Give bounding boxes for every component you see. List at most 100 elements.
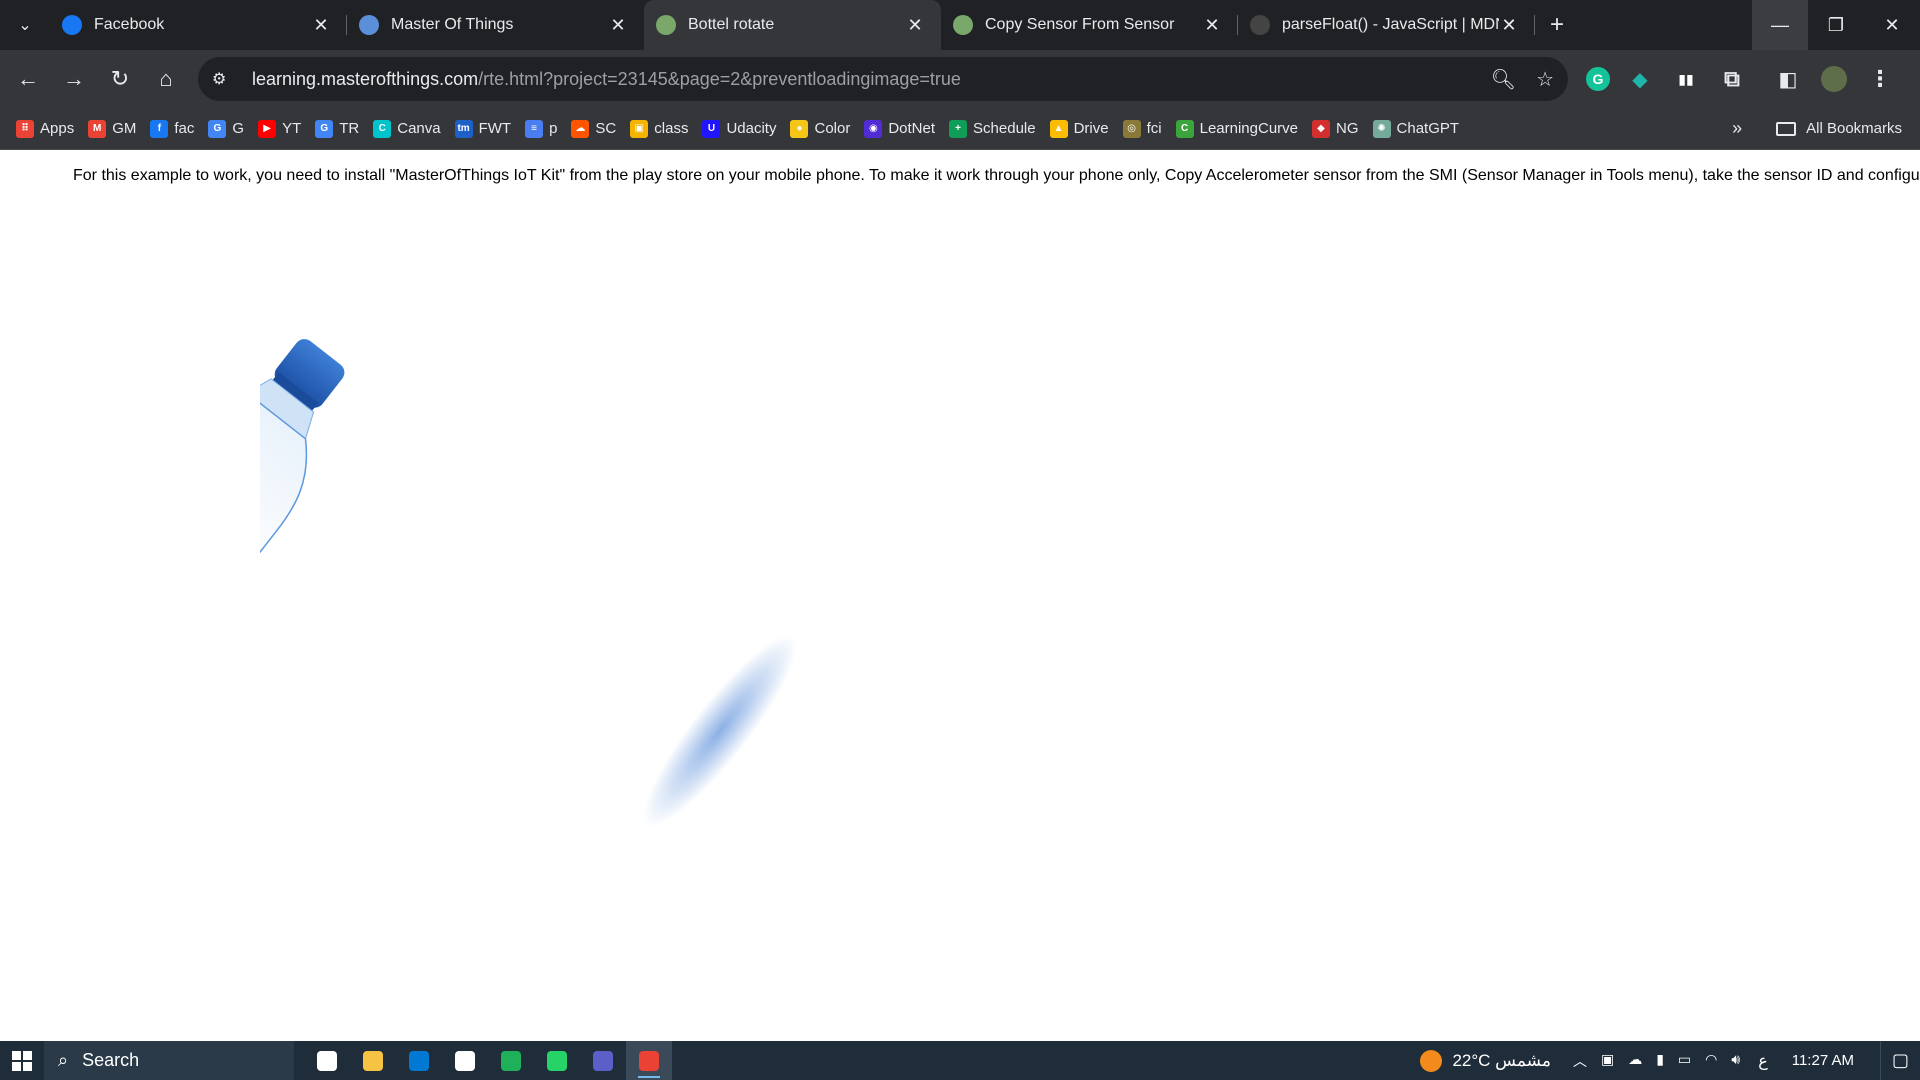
bookmark-chatgpt[interactable]: ✺ ChatGPT [1372,119,1459,138]
minimize-icon: — [1771,14,1789,35]
grammarly-extension-icon[interactable]: G [1586,67,1610,91]
home-button[interactable]: ⌂ [144,57,188,101]
translate-icon: G [315,119,334,138]
windows-logo-icon [12,1050,32,1071]
bookmark-g[interactable]: GG [208,119,244,138]
browser-tab[interactable]: Facebook ✕ [50,0,347,50]
taskbar-search-box[interactable]: ⌕ Search [44,1041,294,1080]
notification-center-button[interactable]: ▢ [1880,1041,1920,1080]
classroom-icon: ▣ [630,119,649,138]
show-hidden-icons-icon[interactable]: ︿ [1573,1051,1587,1071]
teal-extension-icon[interactable]: ◆ [1624,63,1656,95]
reload-button[interactable]: ↻ [98,57,142,101]
bookmark-label: Udacity [726,120,777,137]
browser-tab[interactable]: Copy Sensor From Sensor ✕ [941,0,1238,50]
close-tab-icon[interactable]: ✕ [608,15,628,36]
restore-icon: ❐ [1827,14,1845,35]
chrome-menu-icon[interactable]: ⋮ [1864,63,1896,95]
bookmark-ng[interactable]: ◆ NG [1312,119,1359,138]
weather-widget[interactable]: 22°C مشمس [1420,1049,1551,1072]
bookmark-fac[interactable]: f fac [150,119,194,138]
weather-text: مشمس [1495,1050,1551,1070]
forward-button[interactable]: → [52,57,96,101]
bookmark-p[interactable]: ≡ p [525,119,558,138]
tab-search-button[interactable]: ⌄ [0,0,50,50]
mdn-icon [1250,15,1270,35]
back-arrow-icon: ← [17,66,39,91]
taskbar-app[interactable] [534,1041,580,1080]
input-language-indicator[interactable]: ع [1758,1051,1768,1071]
wifi-icon[interactable]: ◠ [1705,1051,1717,1071]
bookmark-star-icon[interactable]: ☆ [1536,67,1554,92]
browser-tab[interactable]: Bottel rotate ✕ [644,0,941,50]
volume-icon[interactable]: 🔊︎ [1731,1051,1740,1071]
bookmark-gm[interactable]: M GM [88,119,136,138]
apps-grid-icon: ⠿ [16,119,34,138]
taskbar-app[interactable] [396,1041,442,1080]
camera-icon[interactable]: ▣ [1601,1051,1614,1071]
side-panel-icon[interactable]: ◧ [1772,63,1804,95]
clock[interactable]: 11:27 AM [1792,1052,1854,1069]
bookmark-udacity[interactable]: U Udacity [702,119,777,138]
bookmark-fci[interactable]: ◎ fci [1122,119,1162,138]
zoom-icon[interactable]: 🔍︎ [1491,67,1516,92]
profile-avatar[interactable] [1818,63,1850,95]
tray-icons: ︿ ▣ ☁ ▮ ▭ ◠ 🔊︎ [1573,1051,1740,1071]
instruction-text: For this example to work, you need to in… [73,167,1920,184]
taskbar-app[interactable] [626,1041,672,1080]
bookmark-label: YT [282,120,302,137]
browser-tab[interactable]: parseFloat() - JavaScript | MDN ✕ [1238,0,1535,50]
bookmark-dotnet[interactable]: ◉ DotNet [864,119,935,138]
bookmark-color[interactable]: ● Color [790,119,850,138]
bookmark-apps[interactable]: ⠿ Apps [16,119,74,138]
taskbar-app[interactable] [442,1041,488,1080]
browser-toolbar: ← → ↻ ⌂ ⚙ learning.masterofthings.com/rt… [0,50,1920,108]
home-icon: ⌂ [159,66,173,91]
bookmark-tr[interactable]: G TR [315,119,359,138]
close-tab-icon[interactable]: ✕ [905,15,925,36]
start-button[interactable] [0,1041,44,1080]
gmail-icon: M [88,119,107,138]
bookmark-yt[interactable]: ▶ YT [258,119,302,138]
bookmarks-overflow-button[interactable]: » [1732,118,1742,139]
bookmark-fwt[interactable]: tm FWT [454,119,512,138]
chevron-down-icon: ⌄ [18,17,32,34]
bookmark-label: fci [1146,120,1162,137]
back-button[interactable]: ← [6,57,50,101]
address-bar[interactable]: ⚙ learning.masterofthings.com/rte.html?p… [198,57,1568,101]
minimize-button[interactable]: — [1752,0,1808,50]
taskbar-app[interactable] [488,1041,534,1080]
close-tab-icon[interactable]: ✕ [311,15,331,36]
teams-icon [593,1050,613,1071]
bookmark-canva[interactable]: C Canva [373,119,441,138]
new-tab-button[interactable]: + [1535,0,1579,50]
bookmark-label: LearningCurve [1199,120,1299,137]
close-tab-icon[interactable]: ✕ [1202,15,1222,36]
bookmark-label: p [549,120,558,137]
color-extension-icon[interactable]: ▮▮ [1670,63,1702,95]
site-settings-icon[interactable]: ⚙ [212,69,240,89]
bookmark-sc[interactable]: ☁ SC [571,119,616,138]
bookmark-drive[interactable]: ▲ Drive [1049,119,1109,138]
sun-icon [1420,1049,1443,1072]
browser-tab[interactable]: Master Of Things ✕ [347,0,644,50]
battery-icon[interactable]: ▭ [1678,1051,1691,1071]
bookmark-learningcurve[interactable]: C LearningCurve [1175,119,1299,138]
restore-button[interactable]: ❐ [1808,0,1864,50]
masterofthings-icon [359,15,379,35]
page-content: For this example to work, you need to in… [0,151,1920,1041]
bookmark-label: FWT [478,120,512,137]
facebook-icon [62,15,82,35]
onedrive-cloud-icon[interactable]: ☁ [1628,1051,1642,1071]
close-tab-icon[interactable]: ✕ [1499,15,1519,36]
notification-icon: ▢ [1891,1050,1909,1070]
extensions-puzzle-icon[interactable]: ⧉ [1716,63,1748,95]
close-window-button[interactable]: ✕ [1864,0,1920,50]
all-bookmarks-button[interactable]: All Bookmarks [1776,120,1902,137]
taskbar-app[interactable] [580,1041,626,1080]
taskbar-app[interactable] [304,1041,350,1080]
bookmark-schedule[interactable]: + Schedule [949,119,1036,138]
taskbar-app[interactable] [350,1041,396,1080]
microphone-icon[interactable]: ▮ [1656,1051,1664,1071]
bookmark-class[interactable]: ▣ class [630,119,688,138]
